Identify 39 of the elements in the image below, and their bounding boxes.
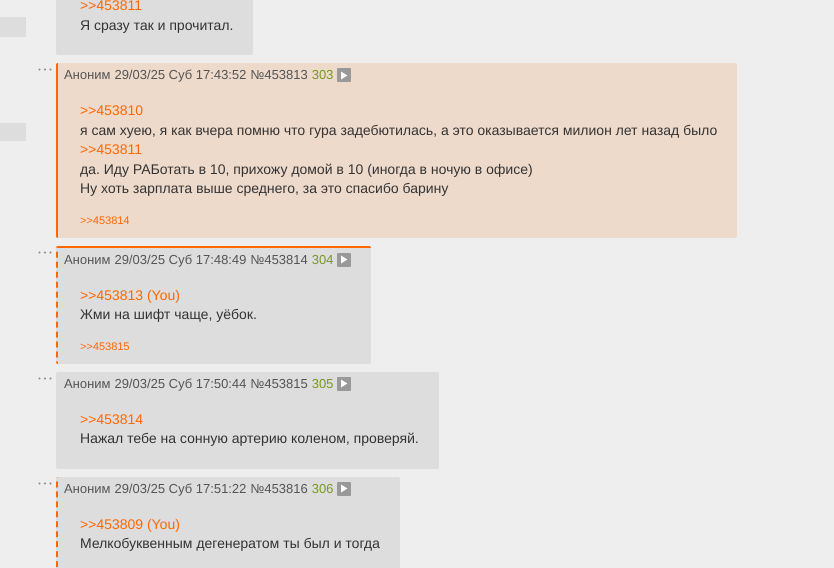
post-index: 304	[312, 252, 334, 268]
more-icon[interactable]	[38, 250, 52, 254]
more-icon[interactable]	[38, 68, 52, 71]
post-number[interactable]: №453813	[250, 67, 308, 83]
post-text: Мелкобуквенным дегенератом ты был и тогда	[80, 534, 380, 553]
reply-link[interactable]: >>453811	[80, 0, 142, 16]
more-icon[interactable]	[38, 482, 52, 484]
poster-name: Аноним	[64, 67, 110, 83]
reply-link[interactable]: >>453814	[80, 410, 144, 429]
post-number[interactable]: №453816	[250, 480, 308, 496]
post-text: Нажал тебе на сонную артерию коленом, проверяй.	[80, 429, 419, 448]
reply-link[interactable]: >>453809 (You)	[80, 514, 180, 534]
post-date: 29/03/25 Суб 17:43:52	[114, 67, 246, 83]
post-index: 303	[312, 67, 334, 83]
post-text: Жми на шифт чаще, уёбок.	[80, 305, 257, 324]
reply-link[interactable]: >>453811	[80, 140, 142, 160]
backlink[interactable]: >>453815	[80, 338, 130, 354]
post-number[interactable]: №453815	[250, 376, 308, 392]
more-icon[interactable]	[38, 376, 52, 380]
reply-link[interactable]: >>453813 (You)	[80, 286, 180, 305]
post-text: Ну хоть зарплата выше среднего, за это спасибо барину	[80, 179, 448, 198]
post-number[interactable]: №453814	[250, 252, 308, 268]
poster-name: Аноним	[64, 480, 110, 496]
post-date: 29/03/25 Суб 17:50:44	[114, 376, 246, 392]
post-text: Я сразу так и прочитал.	[80, 16, 234, 35]
post-index: 306	[312, 480, 334, 496]
play-icon[interactable]	[337, 376, 352, 390]
poster-name: Аноним	[64, 376, 110, 392]
poster-name: Аноним	[64, 252, 110, 268]
play-icon[interactable]	[337, 482, 352, 496]
post-text: да. Иду РАБотать в 10, прихожу домой в 10 (иногда в ночую в офисе)	[80, 160, 533, 179]
post-index: 305	[312, 376, 334, 392]
post-date: 29/03/25 Суб 17:48:49	[114, 252, 246, 268]
post-date: 29/03/25 Суб 17:51:22	[114, 480, 246, 496]
reply-link[interactable]: >>453810	[80, 101, 144, 120]
play-icon[interactable]	[337, 252, 352, 266]
post-text: я сам хуею, я как вчера помню что гура задебютилась, а это оказывается милион лет назад было	[80, 120, 718, 140]
backlink[interactable]: >>453814	[80, 212, 130, 228]
play-icon[interactable]	[337, 68, 352, 82]
